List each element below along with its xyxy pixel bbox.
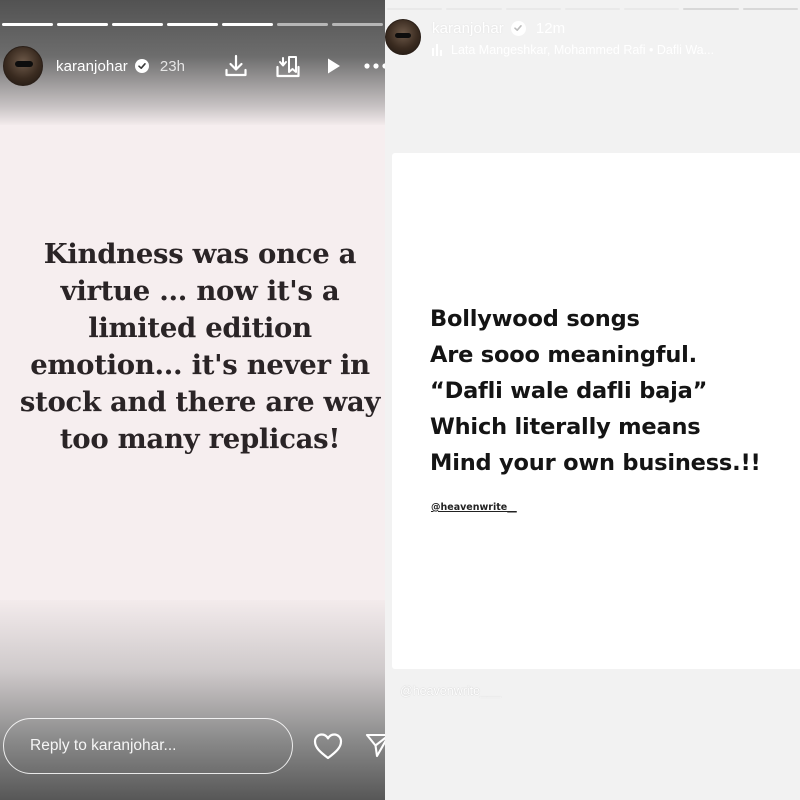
progress-segment [167, 23, 218, 26]
music-text: Lata Mangeshkar, Mohammed Rafi • Dafli W… [451, 43, 715, 57]
progress-segment [222, 23, 273, 26]
story-timestamp: 23h [159, 57, 185, 75]
story-progress-bar [385, 8, 800, 11]
progress-segment [564, 8, 621, 10]
heart-icon[interactable] [312, 731, 344, 761]
left-story[interactable]: karanjohar 23h Kindness was once a virtu… [0, 0, 385, 800]
progress-segment [277, 23, 328, 26]
play-icon[interactable] [319, 52, 347, 80]
progress-segment [2, 23, 53, 26]
quote-line: emotion... it's never in [30, 349, 370, 381]
post-line: Which literally means [430, 414, 701, 440]
progress-segment [505, 8, 561, 10]
post-line: Are sooo meaningful. [430, 342, 698, 368]
download-icon[interactable] [222, 52, 250, 80]
progress-segment [387, 8, 443, 10]
username[interactable]: karanjohar [432, 20, 504, 37]
quote-line: limited edition [88, 312, 312, 344]
progress-segment [446, 8, 502, 10]
quote-line: virtue ... now it's a [60, 275, 340, 307]
quote-line: too many replicas! [59, 423, 341, 455]
post-line: Mind your own business.!! [430, 450, 761, 476]
story-timestamp: 12m [535, 19, 566, 37]
author-handle: @heavenwrite__ [431, 502, 517, 513]
progress-segment [742, 8, 798, 10]
right-story[interactable]: karanjohar 12m Lata Mangeshkar, Mohammed… [385, 0, 800, 800]
send-icon[interactable] [364, 731, 385, 759]
progress-segment [332, 23, 383, 26]
post-line: Bollywood songs [430, 306, 640, 332]
avatar[interactable] [385, 19, 421, 55]
reply-placeholder: Reply to karanjohar... [30, 737, 177, 754]
post-text: Bollywood songs Are sooo meaningful. “Da… [430, 301, 761, 481]
verified-badge-icon [134, 59, 149, 73]
progress-segment [683, 8, 739, 10]
reply-input[interactable]: Reply to karanjohar... [3, 718, 293, 774]
user-row: karanjohar 12m [432, 19, 565, 37]
progress-segment [624, 8, 680, 10]
username[interactable]: karanjohar [56, 58, 128, 75]
music-bars-icon [432, 44, 442, 56]
progress-segment [57, 23, 108, 26]
music-attribution[interactable]: Lata Mangeshkar, Mohammed Rafi • Dafli W… [432, 42, 714, 58]
verified-badge-icon [510, 20, 526, 36]
story-header: karanjohar 23h [0, 44, 385, 88]
quote-line: Kindness was once a [43, 238, 357, 270]
progress-segment [112, 23, 163, 26]
watermark-handle: @heavenwrite___ [400, 684, 501, 698]
quote-line: stock and there are way [19, 386, 381, 418]
more-icon[interactable] [362, 52, 385, 80]
story-progress-bar [0, 23, 385, 26]
post-line: “Dafli wale dafli baja” [430, 378, 708, 404]
avatar[interactable] [3, 46, 43, 86]
save-icon[interactable] [274, 52, 302, 80]
story-header: karanjohar 12m Lata Mangeshkar, Mohammed… [385, 19, 800, 59]
quote-text: Kindness was once a virtue ... now it's … [0, 236, 385, 458]
